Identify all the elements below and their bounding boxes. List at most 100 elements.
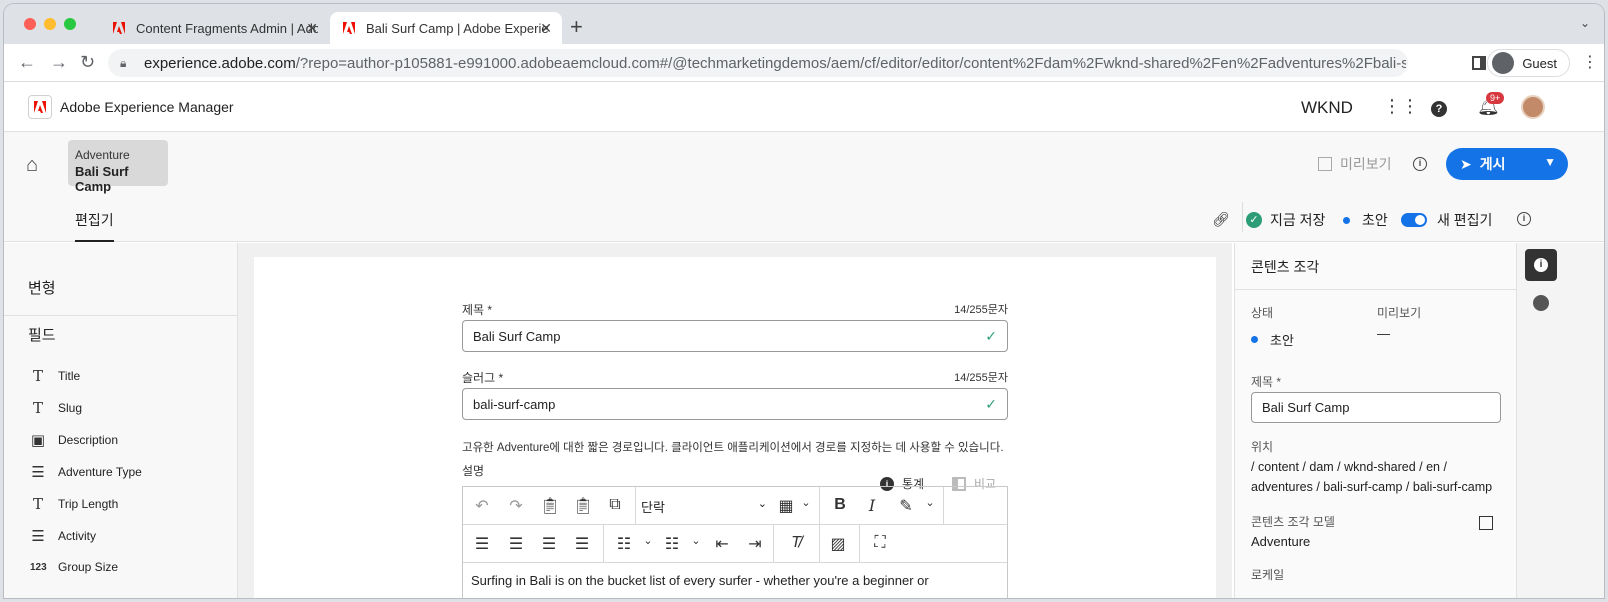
field-label: Activity: [58, 529, 97, 543]
breadcrumb-title: Bali Surf Camp: [75, 164, 129, 194]
enumeration-icon: ☰: [31, 463, 45, 481]
panel-title-input[interactable]: Bali Surf Camp: [1251, 392, 1501, 423]
field-label: Group Size: [58, 560, 119, 574]
globe-icon[interactable]: [1533, 295, 1549, 311]
tab-editor[interactable]: 편집기: [75, 210, 114, 242]
adobe-logo-icon[interactable]: [28, 95, 52, 119]
fullscreen-icon[interactable]: ⛶: [869, 534, 891, 552]
browser-tab-1[interactable]: Content Fragments Admin | Adobe Experien…: [100, 12, 328, 44]
minimize-window-button[interactable]: [44, 18, 56, 30]
divider: [859, 525, 860, 563]
new-editor-toggle[interactable]: 새 편집기: [1401, 210, 1492, 230]
undo-icon[interactable]: ↶: [471, 496, 493, 516]
tab-search-icon[interactable]: ⌄: [1580, 16, 1590, 30]
app-name[interactable]: Adobe Experience Manager: [60, 99, 234, 115]
close-window-button[interactable]: [24, 18, 36, 30]
status-label: 초안: [1362, 212, 1388, 228]
forward-icon[interactable]: →: [50, 52, 68, 73]
chevron-down-icon[interactable]: ⌄: [637, 534, 659, 547]
home-icon[interactable]: ⌂: [26, 154, 38, 177]
preview-button[interactable]: 미리보기: [1318, 154, 1392, 174]
outdent-icon[interactable]: ⇤: [711, 534, 733, 554]
fields-heading: 필드: [28, 327, 56, 344]
field-item-description[interactable]: ▣ Description: [30, 431, 118, 449]
insert-image-icon[interactable]: ▨: [827, 534, 849, 554]
external-link-icon[interactable]: [1479, 516, 1493, 530]
chevron-down-icon: ⌄: [757, 498, 767, 510]
field-item-slug[interactable]: T Slug: [30, 399, 82, 417]
org-switcher[interactable]: WKND: [1301, 98, 1353, 118]
link-icon[interactable]: 🔗︎: [1212, 211, 1230, 228]
copy-icon[interactable]: ⧉: [604, 496, 626, 514]
maximize-window-button[interactable]: [64, 18, 76, 30]
align-right-icon[interactable]: ☰: [538, 534, 560, 554]
adobe-icon: [112, 21, 126, 35]
highlight-icon[interactable]: ✎: [895, 496, 917, 516]
help-icon[interactable]: ?: [1431, 96, 1447, 117]
slug-help-text: 고유한 Adventure에 대한 짧은 경로입니다. 클라이언트 애플리케이션…: [462, 442, 1004, 454]
more-menu-icon[interactable]: ⋮: [1582, 52, 1598, 72]
info-icon[interactable]: i: [1517, 212, 1531, 226]
field-label: Adventure Type: [58, 465, 142, 479]
user-avatar[interactable]: [1521, 95, 1545, 119]
save-status[interactable]: ✓ 지금 저장: [1246, 210, 1325, 230]
variations-heading[interactable]: 변형: [28, 277, 56, 298]
breadcrumb-model: Adventure: [75, 148, 130, 162]
align-center-icon[interactable]: ☰: [505, 534, 527, 554]
field-item-group-size[interactable]: 123 Group Size: [30, 560, 118, 574]
redo-icon[interactable]: ↷: [505, 496, 527, 516]
close-tab-icon[interactable]: ✕: [306, 20, 318, 37]
preview-label: 미리보기: [1340, 156, 1392, 172]
indent-icon[interactable]: ⇥: [744, 534, 766, 554]
divider: [773, 525, 774, 563]
align-left-icon[interactable]: ☰: [471, 534, 493, 554]
justify-icon[interactable]: ☰: [571, 534, 593, 554]
panel-title: 콘텐츠 조각: [1251, 259, 1320, 275]
enumeration-icon: ☰: [31, 527, 45, 545]
paste-icon[interactable]: 📋︎: [539, 496, 561, 516]
field-item-title[interactable]: T Title: [30, 367, 80, 385]
reload-icon[interactable]: ↻: [80, 52, 95, 73]
new-tab-button[interactable]: +: [570, 14, 583, 40]
field-item-activity[interactable]: ☰ Activity: [30, 527, 96, 545]
slug-char-count: 14/255문자: [954, 372, 1008, 384]
field-item-adventure-type[interactable]: ☰ Adventure Type: [30, 463, 142, 481]
description-text[interactable]: Surfing in Bali is on the bucket list of…: [471, 573, 929, 588]
apps-grid-icon[interactable]: ⋮⋮: [1383, 96, 1419, 117]
address-bar[interactable]: 🔒︎ experience.adobe.com /?repo=author-p1…: [108, 49, 1408, 77]
publish-button[interactable]: ➤ 게시 ▼: [1446, 148, 1568, 180]
bold-icon[interactable]: B: [829, 496, 851, 514]
numbered-list-icon[interactable]: ☷: [661, 534, 683, 554]
model-value[interactable]: Adventure: [1251, 534, 1310, 549]
chevron-down-icon[interactable]: ⌄: [685, 534, 707, 547]
paste-text-icon[interactable]: 📋︎: [572, 496, 594, 516]
back-icon[interactable]: ←: [18, 52, 36, 73]
bullet-list-icon[interactable]: ☷: [613, 534, 635, 554]
slug-input[interactable]: bali-surf-camp ✓: [462, 388, 1008, 420]
table-icon[interactable]: ▦: [775, 496, 797, 516]
publish-label: 게시: [1479, 156, 1506, 172]
italic-icon[interactable]: I: [861, 496, 883, 515]
status-dot-icon: [1343, 216, 1350, 224]
title-input[interactable]: Bali Surf Camp ✓: [462, 320, 1008, 352]
breadcrumb[interactable]: Adventure Bali Surf Camp: [68, 140, 168, 194]
profile-button[interactable]: Guest: [1487, 49, 1570, 77]
chevron-down-icon[interactable]: ⌄: [919, 496, 941, 509]
profile-label: Guest: [1522, 55, 1557, 71]
chevron-down-icon[interactable]: ⌄: [795, 496, 817, 509]
close-tab-icon[interactable]: ✕: [540, 20, 552, 37]
browser-tab-2[interactable]: Bali Surf Camp | Adobe Experience Manage…: [330, 12, 562, 44]
properties-tab[interactable]: i: [1525, 249, 1557, 281]
toggle-switch[interactable]: [1401, 213, 1427, 227]
field-item-trip-length[interactable]: T Trip Length: [30, 495, 118, 513]
rte-toolbar-row-1: ↶ ↷ 📋︎ 📋︎ ⧉ 단락 ⌄ ▦ ⌄ B I ✎ ⌄: [463, 487, 1007, 525]
number-field-icon: 123: [30, 561, 47, 573]
info-icon[interactable]: i: [1413, 157, 1427, 171]
clear-format-icon[interactable]: T̸: [785, 534, 807, 552]
editor-canvas: 제목 * 14/255문자 Bali Surf Camp ✓ 슬러그 * 14/…: [238, 243, 1232, 598]
divider: [635, 487, 636, 525]
paragraph-format-select[interactable]: 단락 ⌄: [641, 497, 773, 516]
description-label: 설명: [462, 464, 485, 478]
browser-window: Content Fragments Admin | Adobe Experien…: [4, 4, 1604, 598]
side-panel-icon[interactable]: [1472, 56, 1486, 70]
